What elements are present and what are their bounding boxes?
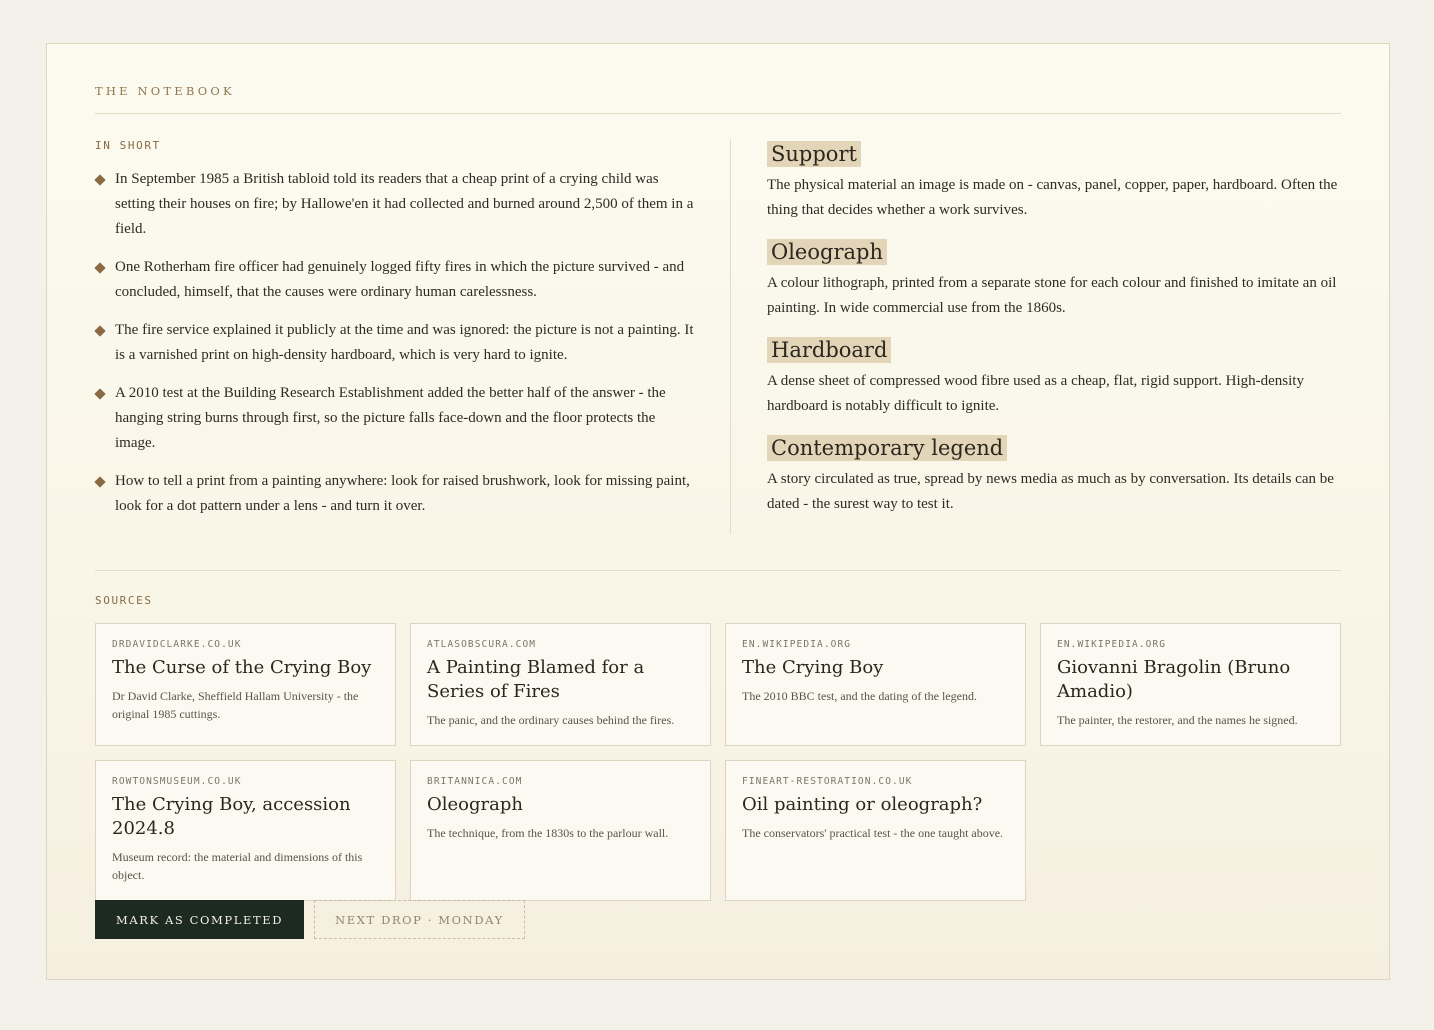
glossary-term: Hardboard <box>767 337 892 363</box>
glossary-entry: Support The physical material an image i… <box>767 141 1345 222</box>
glossary-entry: Contemporary legend A story circulated a… <box>767 435 1345 516</box>
source-domain: BRITANNICA.COM <box>427 776 523 787</box>
source-card[interactable]: BRITANNICA.COM Oleograph The technique, … <box>410 760 711 901</box>
summary-text: The fire service explained it publicly a… <box>115 322 694 363</box>
source-description: Museum record: the material and dimensio… <box>112 850 363 882</box>
in-short-label: IN SHORT <box>95 139 161 152</box>
glossary-term: Support <box>767 141 861 167</box>
source-card[interactable]: EN.WIKIPEDIA.ORG The Crying Boy The 2010… <box>725 623 1026 746</box>
glossary-entry: Hardboard A dense sheet of compressed wo… <box>767 337 1345 418</box>
summary-item: A 2010 test at the Building Research Est… <box>94 381 695 456</box>
source-title[interactable]: Giovanni Bragolin (Bruno Amadio) <box>1057 656 1324 704</box>
source-domain: EN.WIKIPEDIA.ORG <box>1057 639 1167 650</box>
glossary-term: Oleograph <box>767 239 887 265</box>
glossary-definition: A story circulated as true, spread by ne… <box>767 471 1334 512</box>
diamond-bullet-icon <box>94 388 106 400</box>
source-domain: DRDAVIDCLARKE.CO.UK <box>112 639 242 650</box>
source-domain: EN.WIKIPEDIA.ORG <box>742 639 852 650</box>
diamond-bullet-icon <box>94 476 106 488</box>
summary-text: One Rotherham fire officer had genuinely… <box>115 259 685 300</box>
source-description: The 2010 BBC test, and the dating of the… <box>742 689 977 703</box>
source-title[interactable]: A Painting Blamed for a Series of Fires <box>427 656 694 704</box>
notebook-panel: THE NOTEBOOK IN SHORT In September 1985 … <box>46 43 1390 980</box>
source-card[interactable]: FINEART-RESTORATION.CO.UK Oil painting o… <box>725 760 1026 901</box>
source-title[interactable]: The Crying Boy, accession 2024.8 <box>112 793 379 841</box>
summary-list: In September 1985 a British tabloid told… <box>94 167 695 532</box>
sources-label: SOURCES <box>95 594 153 607</box>
source-card[interactable]: EN.WIKIPEDIA.ORG Giovanni Bragolin (Brun… <box>1040 623 1341 746</box>
source-card[interactable]: DRDAVIDCLARKE.CO.UK The Curse of the Cry… <box>95 623 396 746</box>
header-divider <box>95 113 1341 114</box>
source-card[interactable]: ATLASOBSCURA.COM A Painting Blamed for a… <box>410 623 711 746</box>
source-domain: ROWTONSMUSEUM.CO.UK <box>112 776 242 787</box>
glossary-term: Contemporary legend <box>767 435 1008 461</box>
source-title[interactable]: Oleograph <box>427 793 694 817</box>
summary-item: The fire service explained it publicly a… <box>94 318 695 368</box>
summary-item: One Rotherham fire officer had genuinely… <box>94 255 695 305</box>
source-title[interactable]: The Crying Boy <box>742 656 1009 680</box>
source-title[interactable]: Oil painting or oleograph? <box>742 793 1009 817</box>
summary-text: How to tell a print from a painting anyw… <box>115 473 690 514</box>
source-domain: FINEART-RESTORATION.CO.UK <box>742 776 913 787</box>
glossary: Support The physical material an image i… <box>767 141 1345 533</box>
column-divider <box>730 139 731 534</box>
source-description: The panic, and the ordinary causes behin… <box>427 713 675 727</box>
glossary-definition: A dense sheet of compressed wood fibre u… <box>767 373 1304 414</box>
summary-item: How to tell a print from a painting anyw… <box>94 469 695 519</box>
glossary-definition: A colour lithograph, printed from a sepa… <box>767 275 1337 316</box>
summary-text: A 2010 test at the Building Research Est… <box>115 385 666 451</box>
glossary-entry: Oleograph A colour lithograph, printed f… <box>767 239 1345 320</box>
summary-text: In September 1985 a British tabloid told… <box>115 171 694 237</box>
source-domain: ATLASOBSCURA.COM <box>427 639 537 650</box>
diamond-bullet-icon <box>94 174 106 186</box>
glossary-definition: The physical material an image is made o… <box>767 177 1338 218</box>
next-drop-badge: NEXT DROP · MONDAY <box>314 900 525 939</box>
source-description: Dr David Clarke, Sheffield Hallam Univer… <box>112 689 359 721</box>
source-card[interactable]: ROWTONSMUSEUM.CO.UK The Crying Boy, acce… <box>95 760 396 901</box>
sources-divider <box>95 570 1341 571</box>
notebook-title: THE NOTEBOOK <box>95 84 235 98</box>
source-description: The conservators' practical test - the o… <box>742 826 1004 840</box>
source-cards: DRDAVIDCLARKE.CO.UK The Curse of the Cry… <box>95 623 1342 901</box>
mark-completed-button[interactable]: MARK AS COMPLETED <box>95 900 305 939</box>
source-title[interactable]: The Curse of the Crying Boy <box>112 656 379 680</box>
action-bar: MARK AS COMPLETED NEXT DROP · MONDAY <box>95 900 525 939</box>
diamond-bullet-icon <box>94 325 106 337</box>
diamond-bullet-icon <box>94 262 106 274</box>
summary-item: In September 1985 a British tabloid told… <box>94 167 695 242</box>
source-description: The painter, the restorer, and the names… <box>1057 713 1298 727</box>
source-description: The technique, from the 1830s to the par… <box>427 826 669 840</box>
